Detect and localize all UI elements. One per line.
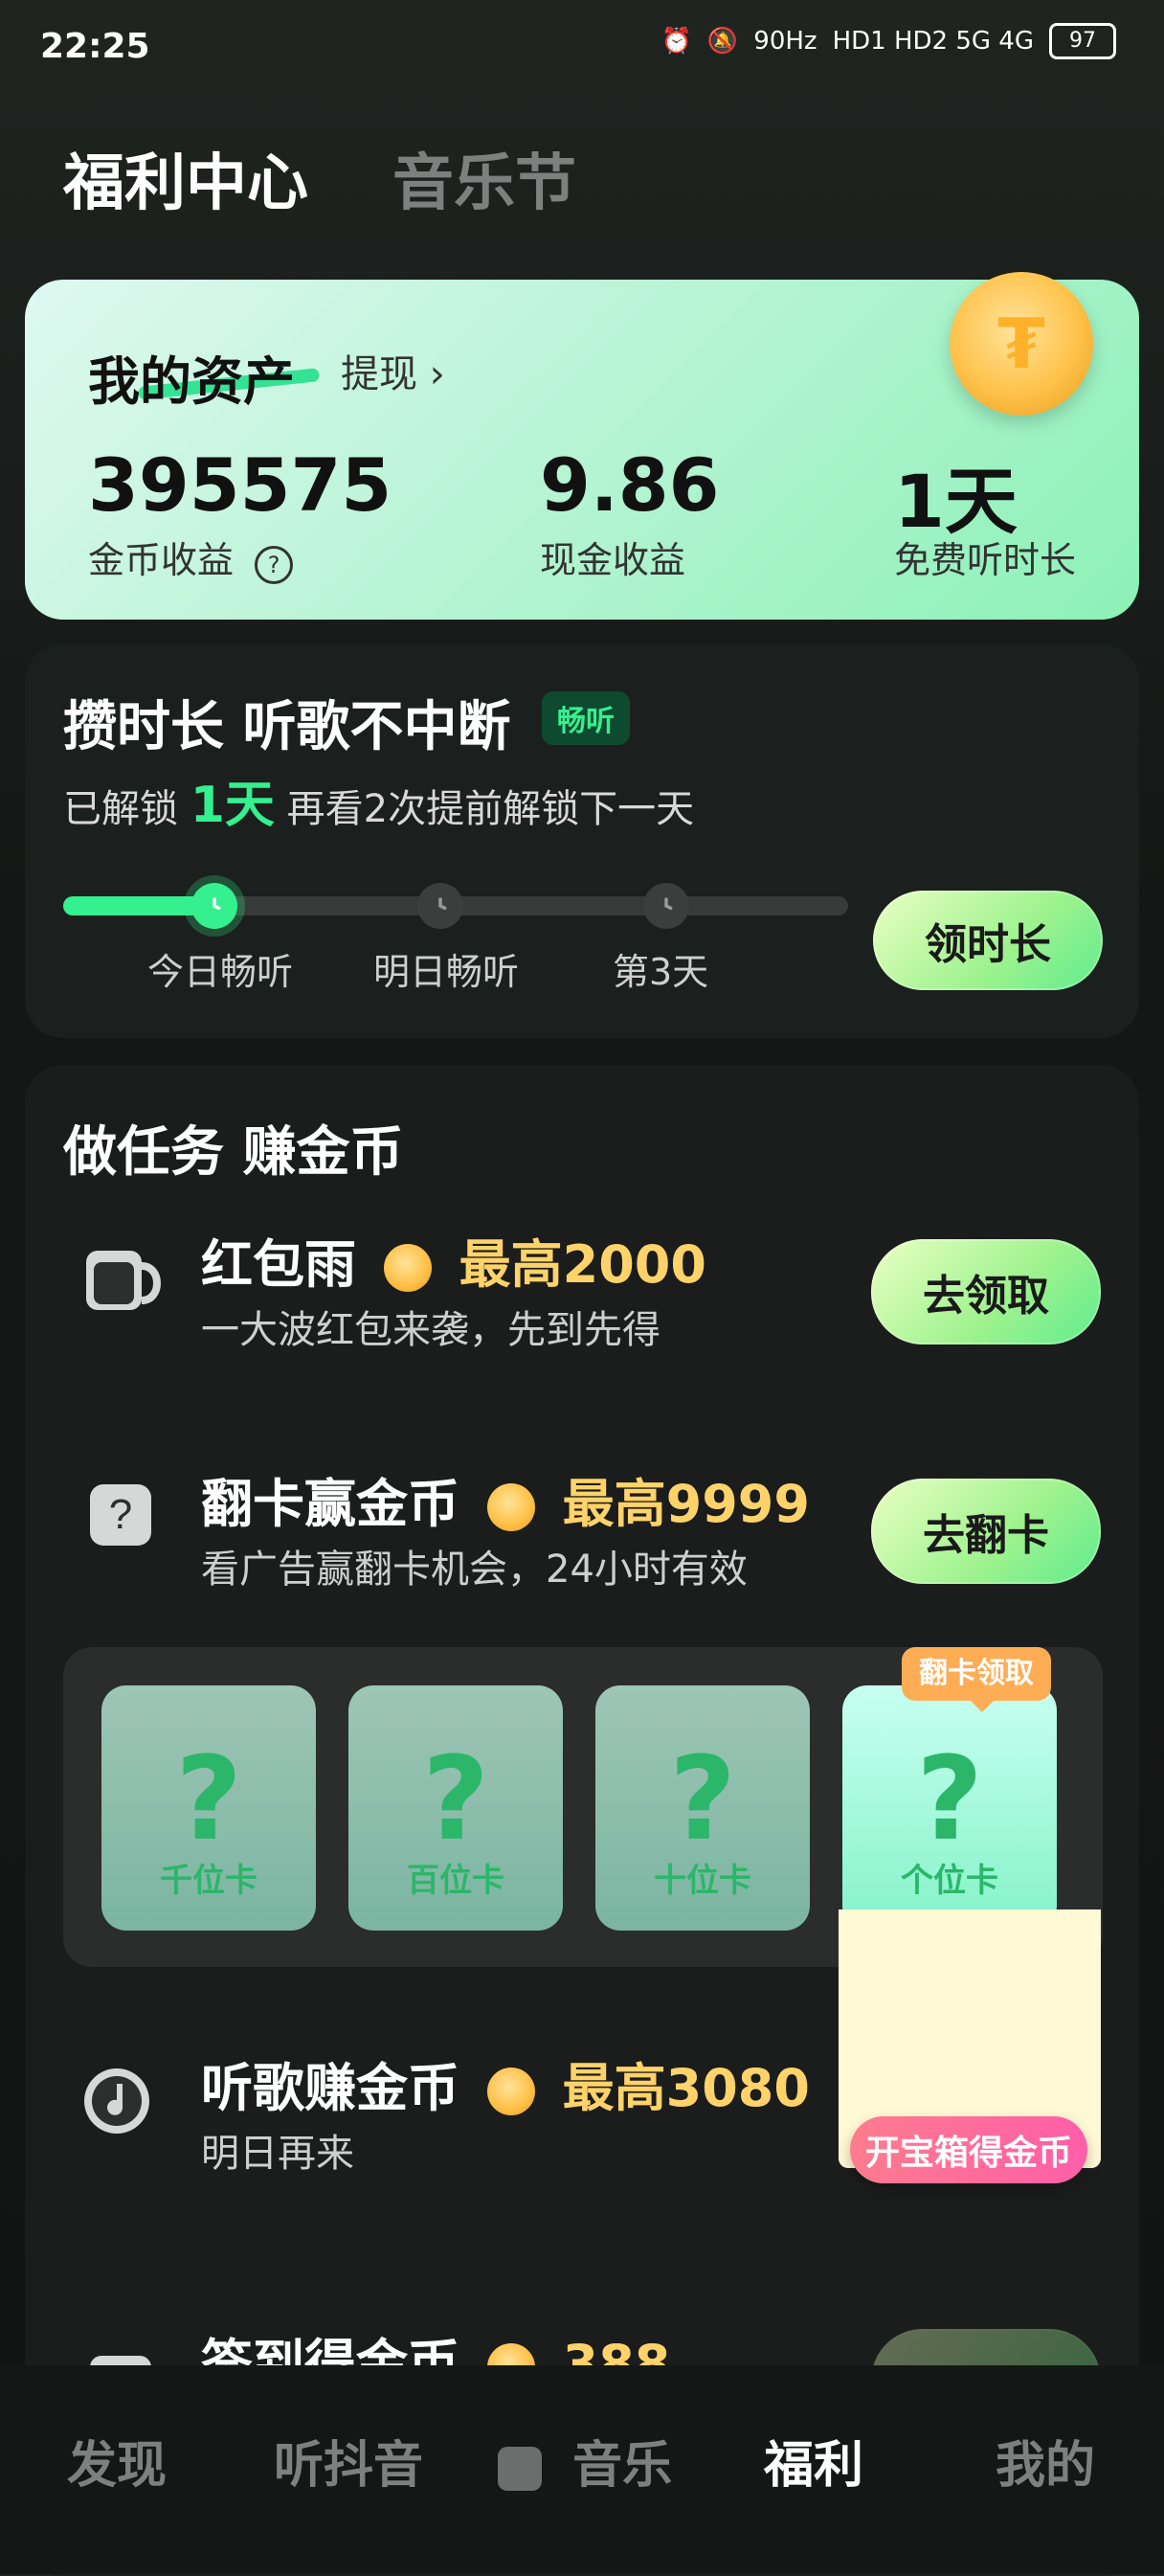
- duration-card: 攒时长 听歌不中断 畅听 已解锁 1天 再看2次提前解锁下一天 今日畅听 明日畅…: [25, 644, 1139, 1038]
- music-tab-icon: [498, 2447, 542, 2491]
- flip-card-icon: ?: [73, 1467, 168, 1563]
- question-icon: ?: [175, 1733, 242, 1866]
- coin-income-label: 金币收益 ?: [88, 531, 294, 584]
- clock-icon: [213, 897, 221, 911]
- nav-music[interactable]: 音乐: [498, 2425, 672, 2497]
- nav-listen-douyin[interactable]: 听抖音: [274, 2425, 423, 2497]
- refresh-rate: 90Hz: [753, 27, 817, 56]
- svg-text:?: ?: [109, 1491, 132, 1538]
- status-bar: 22:25 ⏰ 🔕 90Hz HD1 HD2 5G 4G 97: [0, 0, 1164, 96]
- mute-icon: 🔕: [706, 27, 739, 56]
- music-icon: [84, 2068, 149, 2134]
- duration-sub-highlight: 1天: [190, 777, 275, 834]
- task-row: 红包雨 最高2000 一大波红包来袭，先到先得 去领取: [25, 1199, 1139, 1390]
- tab-music-festival[interactable]: 音乐节: [392, 134, 576, 222]
- flip-card-label: 百位卡: [407, 1862, 504, 1900]
- nav-music-label: 音乐: [572, 2437, 673, 2495]
- coin-icon: [383, 1244, 432, 1293]
- assets-card: 我的资产 提现 › ₮ 395575 金币收益 ? 9.86 现金收益 1天 免…: [25, 272, 1139, 620]
- coin-icon: [486, 1483, 535, 1532]
- flip-card-label: 十位卡: [654, 1862, 751, 1900]
- question-icon: ?: [422, 1733, 489, 1866]
- duration-progress: [63, 883, 848, 929]
- assets-title: 我的资产: [88, 351, 295, 412]
- coin-income-label-text: 金币收益: [88, 539, 235, 581]
- question-icon: ?: [669, 1733, 736, 1866]
- clock-icon: [438, 897, 447, 911]
- coin-income-value: 395575: [88, 442, 392, 528]
- music-note-icon: [73, 2051, 168, 2147]
- cup-icon: [86, 1251, 162, 1310]
- flip-card-tens[interactable]: ? 十位卡: [595, 1685, 810, 1931]
- nav-discover[interactable]: 发现: [67, 2425, 167, 2497]
- nav-me[interactable]: 我的: [996, 2425, 1095, 2497]
- flip-card-tooltip: 翻卡领取: [902, 1647, 1051, 1701]
- flip-card-label: 个位卡: [901, 1862, 998, 1900]
- task-max: 最高3080: [562, 2058, 810, 2118]
- task-name: 听歌赚金币 最高3080: [201, 2045, 810, 2121]
- task-max: 最高9999: [562, 1474, 810, 1534]
- question-icon: ?: [916, 1733, 983, 1866]
- nav-welfare[interactable]: 福利: [764, 2425, 863, 2497]
- task-subtitle: 看广告赢翻卡机会，24小时有效: [201, 1548, 748, 1592]
- duration-badge: 畅听: [542, 691, 630, 745]
- withdraw-label: 提现: [341, 352, 417, 396]
- red-packet-icon: [73, 1228, 168, 1323]
- flip-card-thousands[interactable]: ? 千位卡: [101, 1685, 316, 1931]
- coin-icon: [486, 2068, 535, 2116]
- claim-duration-button[interactable]: 领时长: [873, 891, 1103, 990]
- clock-icon: [664, 897, 673, 911]
- duration-subtitle: 已解锁 1天 再看2次提前解锁下一天: [63, 764, 694, 836]
- network-text: HD1 HD2 5G 4G: [832, 27, 1034, 56]
- tasks-card: 做任务 赚金币 红包雨 最高2000 一大波红包来袭，先到先得 去领取 ? 翻卡…: [25, 1065, 1139, 2576]
- tab-welfare-center[interactable]: 福利中心: [63, 134, 308, 222]
- task-name-text: 翻卡赢金币: [201, 1474, 459, 1534]
- battery-icon: 97: [1049, 23, 1116, 59]
- progress-node-day3: [643, 883, 689, 929]
- tooltip-pointer: [969, 1699, 996, 1712]
- duration-sub-suffix: 再看2次提前解锁下一天: [286, 787, 695, 831]
- status-icons: ⏰ 🔕 90Hz HD1 HD2 5G 4G 97: [661, 23, 1116, 59]
- task-name-text: 听歌赚金币: [201, 2058, 459, 2118]
- tasks-title: 做任务 赚金币: [63, 1121, 404, 1184]
- status-time: 22:25: [40, 27, 150, 66]
- cash-income-value: 9.86: [540, 442, 720, 528]
- duration-sub-prefix: 已解锁: [63, 787, 178, 831]
- task-name: 红包雨 最高2000: [201, 1222, 706, 1298]
- task-subtitle: 一大波红包来袭，先到先得: [201, 1308, 660, 1352]
- claim-red-packet-button[interactable]: 去领取: [871, 1239, 1101, 1344]
- flip-card-ones[interactable]: ? 个位卡: [842, 1685, 1057, 1931]
- card-question-icon: ?: [90, 1484, 151, 1546]
- gold-coin-icon: ₮: [950, 272, 1093, 416]
- flip-card-button[interactable]: 去翻卡: [871, 1479, 1101, 1584]
- task-name-text: 红包雨: [201, 1234, 356, 1295]
- flip-card-label: 千位卡: [160, 1862, 257, 1900]
- free-listen-label: 免费听时长: [894, 539, 1077, 581]
- task-subtitle: 明日再来: [201, 2132, 354, 2176]
- task-max: 最高2000: [459, 1234, 706, 1295]
- progress-node-today: [191, 883, 237, 929]
- progress-label-day3: 第3天: [613, 951, 709, 993]
- flip-card-hundreds[interactable]: ? 百位卡: [348, 1685, 563, 1931]
- chevron-right-icon: ›: [429, 352, 445, 396]
- alarm-icon: ⏰: [660, 27, 692, 56]
- duration-title: 攒时长 听歌不中断: [63, 696, 511, 758]
- progress-node-tomorrow: [417, 883, 463, 929]
- withdraw-link[interactable]: 提现 ›: [341, 343, 445, 398]
- cash-income-label: 现金收益: [540, 539, 686, 581]
- task-name: 翻卡赢金币 最高9999: [201, 1461, 810, 1537]
- open-treasure-button[interactable]: 开宝箱得金币: [850, 2116, 1087, 2183]
- progress-label-tomorrow: 明日畅听: [373, 951, 520, 993]
- bottom-navigation: 发现 听抖音 音乐 福利 我的: [0, 2365, 1164, 2574]
- help-icon[interactable]: ?: [255, 546, 294, 584]
- task-row: ? 翻卡赢金币 最高9999 看广告赢翻卡机会，24小时有效 去翻卡: [25, 1438, 1139, 1630]
- progress-label-today: 今日畅听: [147, 951, 294, 993]
